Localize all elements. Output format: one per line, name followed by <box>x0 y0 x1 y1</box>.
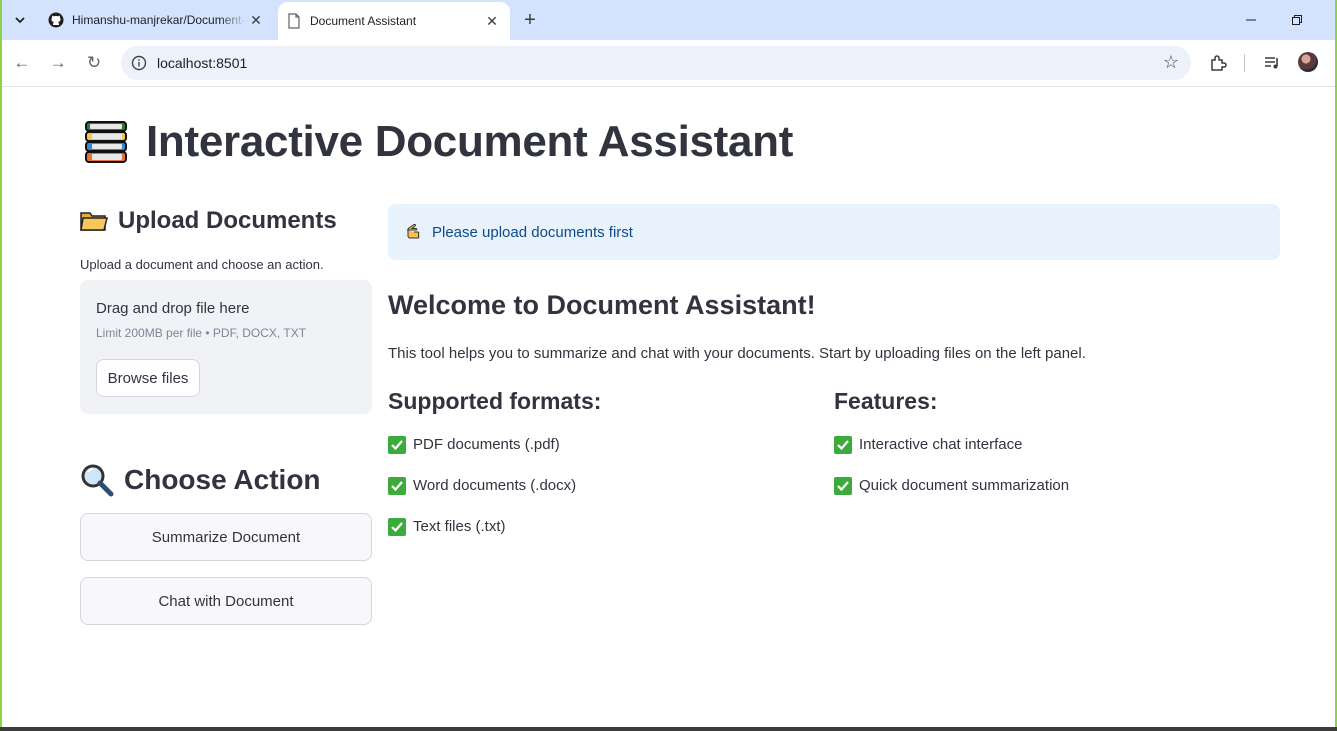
forward-button[interactable]: → <box>44 49 72 77</box>
choose-action-heading: Choose Action <box>80 463 372 497</box>
features-column: Features: Interactive chat interface Qui… <box>834 388 1280 538</box>
new-tab-button[interactable]: + <box>518 8 542 32</box>
format-item-text: Word documents (.docx) <box>413 477 577 494</box>
upload-documents-title: Upload Documents <box>118 207 337 234</box>
toolbar-separator <box>1244 54 1245 72</box>
tab-title: Document Assistant <box>310 14 417 28</box>
folder-icon <box>80 210 108 232</box>
profile-avatar[interactable] <box>1298 52 1318 72</box>
chat-with-document-button[interactable]: Chat with Document <box>80 577 372 625</box>
browser-toolbar: ← → ↻ localhost:8501 ☆ <box>0 40 1337 87</box>
format-item-text: Text files (.txt) <box>413 518 506 535</box>
browse-files-button[interactable]: Browse files <box>96 359 200 397</box>
address-bar[interactable]: localhost:8501 ☆ <box>121 46 1191 80</box>
magnifier-icon <box>80 463 114 497</box>
close-tab-icon[interactable]: ✕ <box>482 11 502 31</box>
check-mark-icon <box>388 476 406 495</box>
info-alert: Please upload documents first <box>388 204 1280 260</box>
page-title-text: Interactive Document Assistant <box>146 117 794 166</box>
check-mark-icon <box>834 476 852 495</box>
list-item: PDF documents (.pdf) <box>388 433 834 456</box>
list-item: Interactive chat interface <box>834 433 1280 456</box>
welcome-heading: Welcome to Document Assistant! <box>388 290 816 320</box>
page-title: Interactive Document Assistant <box>82 117 793 167</box>
chevron-down-icon <box>15 17 25 24</box>
plus-icon: + <box>524 8 536 31</box>
books-emoji-icon <box>85 121 127 163</box>
minimize-icon <box>1246 19 1256 21</box>
list-item: Word documents (.docx) <box>388 474 834 497</box>
bookmark-star-icon[interactable]: ☆ <box>1163 52 1179 73</box>
list-item: Quick document summarization <box>834 474 1280 497</box>
feature-item-text: Interactive chat interface <box>859 436 1023 453</box>
minimize-button[interactable] <box>1228 0 1274 40</box>
arrow-left-icon: ← <box>13 53 31 72</box>
action-panel: Choose Action Summarize Document Chat wi… <box>80 463 372 625</box>
extensions-icon[interactable] <box>1206 51 1230 75</box>
tab-title: Himanshu-manjrekar/Document-Assistant <box>72 13 246 27</box>
dropzone-title: Drag and drop file here <box>96 300 250 317</box>
check-mark-icon <box>388 517 406 536</box>
document-icon <box>286 13 302 29</box>
tab-strip: Himanshu-manjrekar/Document-Assistant ✕ … <box>0 0 1337 40</box>
check-mark-icon <box>388 435 406 454</box>
format-item-text: PDF documents (.pdf) <box>413 436 560 453</box>
app-page: Interactive Document Assistant Upload Do… <box>0 87 1337 727</box>
list-item: Text files (.txt) <box>388 515 834 538</box>
site-info-icon[interactable] <box>129 53 149 73</box>
reload-icon: ↻ <box>86 53 102 72</box>
url-text: localhost:8501 <box>157 55 248 71</box>
github-icon <box>48 12 64 28</box>
summarize-document-button[interactable]: Summarize Document <box>80 513 372 561</box>
feature-item-text: Quick document summarization <box>859 477 1070 494</box>
alert-text: Please upload documents first <box>432 223 633 241</box>
choose-action-title: Choose Action <box>124 464 321 495</box>
arrow-right-icon: → <box>49 53 67 72</box>
back-button[interactable]: ← <box>8 49 36 77</box>
tab-search-button[interactable] <box>6 6 34 34</box>
media-control-icon[interactable] <box>1260 51 1284 75</box>
formats-heading: Supported formats: <box>388 388 602 414</box>
features-heading: Features: <box>834 388 938 414</box>
dropzone-limit: Limit 200MB per file • PDF, DOCX, TXT <box>96 326 307 340</box>
tab-document-assistant[interactable]: Document Assistant ✕ <box>278 2 510 40</box>
pointing-hand-icon <box>406 224 426 240</box>
tab-github[interactable]: Himanshu-manjrekar/Document-Assistant ✕ <box>40 0 274 40</box>
close-tab-icon[interactable]: ✕ <box>246 10 266 30</box>
restore-button[interactable] <box>1274 0 1320 40</box>
taskbar-edge <box>0 727 1337 731</box>
main-content: Please upload documents first Welcome to… <box>388 204 1280 538</box>
check-mark-icon <box>834 435 852 454</box>
intro-text: This tool helps you to summarize and cha… <box>388 345 1086 362</box>
upload-panel: Upload Documents Upload a document and c… <box>80 207 372 414</box>
reload-button[interactable]: ↻ <box>80 49 108 77</box>
upload-documents-heading: Upload Documents <box>80 207 372 235</box>
restore-icon <box>1292 15 1302 25</box>
info-columns: Supported formats: PDF documents (.pdf) … <box>388 388 1280 538</box>
upload-caption: Upload a document and choose an action. <box>80 257 324 272</box>
formats-column: Supported formats: PDF documents (.pdf) … <box>388 388 834 538</box>
file-dropzone[interactable]: Drag and drop file here Limit 200MB per … <box>80 280 372 414</box>
